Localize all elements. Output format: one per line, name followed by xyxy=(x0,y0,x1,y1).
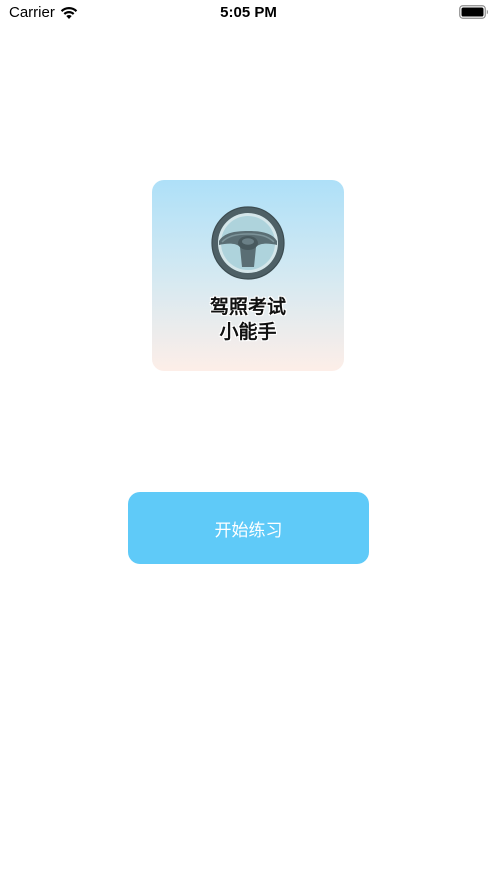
app-screen: Carrier 5:05 PM 驾照考试 小能手 开始练习 xyxy=(0,0,497,883)
status-bar: Carrier 5:05 PM xyxy=(0,0,497,28)
clock: 5:05 PM xyxy=(220,4,277,21)
battery-full-icon xyxy=(459,5,488,19)
app-logo-card: 驾照考试 小能手 xyxy=(152,180,344,371)
app-title-line1: 驾照考试 xyxy=(209,296,286,318)
app-title: 驾照考试 小能手 xyxy=(210,295,286,345)
app-title-line2: 小能手 xyxy=(219,321,277,343)
start-practice-button[interactable]: 开始练习 xyxy=(128,492,369,564)
steering-wheel-icon xyxy=(211,206,285,280)
